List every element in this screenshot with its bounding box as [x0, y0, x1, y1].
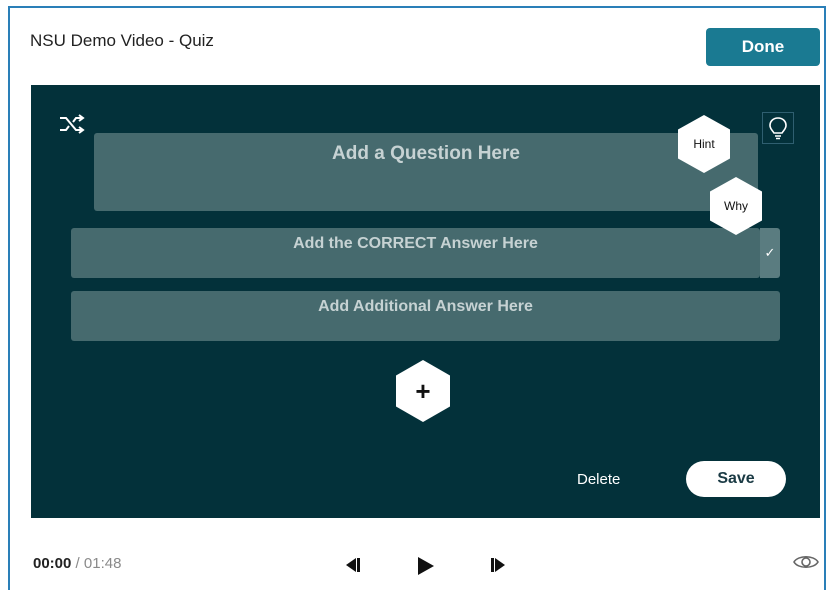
play-icon[interactable] — [417, 556, 435, 576]
lightbulb-icon[interactable] — [762, 112, 794, 144]
done-button[interactable]: Done — [706, 28, 820, 66]
question-input[interactable]: Add a Question Here — [94, 133, 758, 211]
save-button[interactable]: Save — [686, 461, 786, 497]
delete-button[interactable]: Delete — [577, 471, 620, 488]
current-time: 00:00 — [33, 555, 72, 572]
step-forward-icon[interactable] — [490, 556, 506, 574]
time-separator: / — [71, 555, 84, 572]
step-back-icon[interactable] — [345, 556, 361, 574]
correct-check-icon[interactable]: ✓ — [760, 228, 780, 278]
quiz-editor: Add a Question Here Add the CORRECT Answ… — [31, 85, 820, 518]
eye-icon[interactable] — [793, 553, 819, 571]
add-answer-button[interactable]: + — [396, 360, 450, 422]
time-display: 00:00 / 01:48 — [33, 555, 121, 572]
duration: 01:48 — [83, 555, 122, 572]
additional-answer-input[interactable]: Add Additional Answer Here — [71, 291, 780, 341]
shuffle-icon[interactable] — [59, 113, 85, 135]
correct-answer-input[interactable]: Add the CORRECT Answer Here — [71, 228, 760, 278]
page-title: NSU Demo Video - Quiz — [30, 31, 214, 50]
